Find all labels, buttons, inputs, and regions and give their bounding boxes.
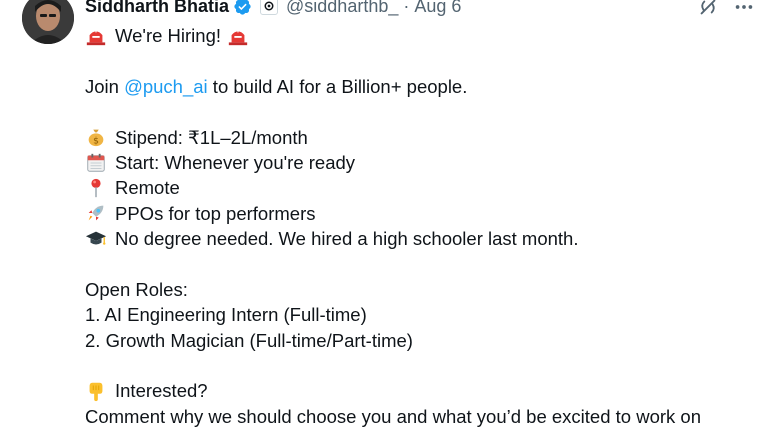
- roles-heading: Open Roles:: [85, 277, 765, 302]
- interested-line: Interested?: [85, 378, 765, 403]
- role-text: 2. Growth Magician (Full-time/Part-time): [85, 329, 413, 351]
- perk-text: No degree needed. We hired a high school…: [115, 228, 579, 250]
- tweet: Siddharth Bhatia @siddharthb_ · Aug 6 We…: [0, 0, 773, 435]
- svg-text:$: $: [93, 136, 99, 147]
- author-name[interactable]: Siddharth Bhatia: [85, 0, 229, 17]
- perk-stipend: $ Stipend: ₹1L–2L/month: [85, 125, 765, 150]
- police-light-icon: [85, 25, 107, 47]
- roles-heading-text: Open Roles:: [85, 278, 188, 300]
- intro-line: Join @puch_ai to build AI for a Billion+…: [85, 74, 765, 99]
- intro-before: Join: [85, 75, 125, 97]
- perk-start: Start: Whenever you're ready: [85, 150, 765, 175]
- comment-text: Comment why we should choose you and wha…: [85, 405, 701, 427]
- role-item: 2. Growth Magician (Full-time/Part-time): [85, 328, 765, 353]
- tweet-text: We're Hiring! Join @puch_ai to build AI …: [85, 23, 765, 429]
- intro-after: to build AI for a Billion+ people.: [207, 75, 468, 97]
- mention-link[interactable]: @puch_ai: [124, 74, 208, 99]
- verified-badge-icon[interactable]: [233, 0, 252, 16]
- interested-text: Interested?: [115, 380, 208, 402]
- role-text: 1. AI Engineering Intern (Full-time): [85, 304, 367, 326]
- separator-dot: ·: [403, 0, 410, 16]
- comment-line: Comment why we should choose you and wha…: [85, 404, 765, 429]
- avatar[interactable]: [22, 0, 74, 44]
- perk-text: Stipend: ₹1L–2L/month: [115, 126, 308, 148]
- perk-text: Remote: [115, 177, 180, 199]
- backhand-index-pointing-down-icon: [85, 380, 107, 402]
- perk-remote: Remote: [85, 175, 765, 200]
- perk-ppo: PPOs for top performers: [85, 201, 765, 226]
- grok-icon[interactable]: [697, 0, 719, 23]
- tweet-actions: [697, 0, 755, 23]
- police-light-icon: [227, 25, 249, 47]
- headline-text: We're Hiring!: [115, 25, 221, 46]
- perk-text: Start: Whenever you're ready: [115, 151, 356, 173]
- perk-degree: No degree needed. We hired a high school…: [85, 226, 765, 251]
- calendar-icon: [85, 152, 107, 174]
- post-date[interactable]: Aug 6: [414, 0, 461, 17]
- graduation-cap-icon: [85, 228, 107, 250]
- role-item: 1. AI Engineering Intern (Full-time): [85, 302, 765, 327]
- avatar-image: [22, 0, 74, 44]
- money-bag-icon: $: [85, 126, 107, 148]
- perk-text: PPOs for top performers: [115, 202, 316, 224]
- tweet-header: Siddharth Bhatia @siddharthb_ · Aug 6: [85, 0, 461, 18]
- round-pushpin-icon: [85, 177, 107, 199]
- headline-line: We're Hiring!: [85, 23, 765, 48]
- rocket-icon: [85, 202, 107, 224]
- author-handle[interactable]: @siddharthb_: [286, 0, 398, 17]
- affiliate-badge-icon[interactable]: [260, 0, 279, 15]
- more-icon[interactable]: [733, 0, 755, 23]
